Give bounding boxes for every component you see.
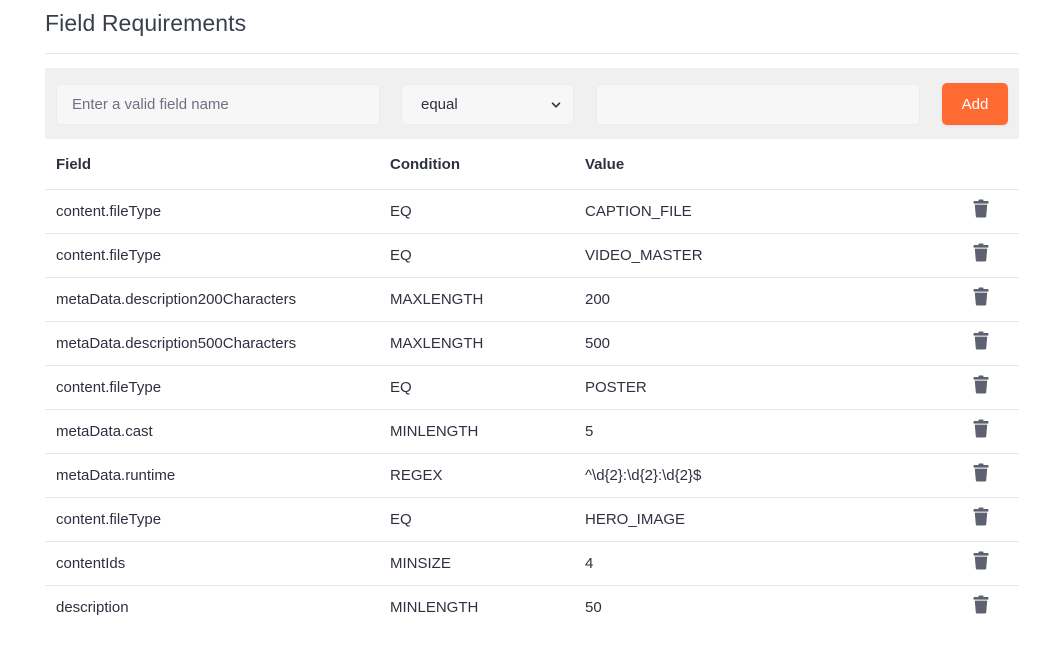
trash-icon[interactable] [973, 243, 989, 262]
trash-icon[interactable] [973, 331, 989, 350]
cell-value: VIDEO_MASTER [585, 233, 965, 278]
cell-field: contentIds [45, 541, 390, 586]
table-row: description MINLENGTH 50 [45, 585, 1019, 629]
cell-actions [965, 497, 1019, 542]
cell-actions [965, 233, 1019, 278]
column-header-field: Field [45, 140, 390, 190]
cell-actions [965, 453, 1019, 498]
cell-field: metaData.description200Characters [45, 277, 390, 322]
cell-condition: EQ [390, 365, 585, 410]
column-header-condition: Condition [390, 140, 585, 190]
chevron-down-icon [551, 101, 561, 108]
cell-condition: MINSIZE [390, 541, 585, 586]
cell-value: 4 [585, 541, 965, 586]
cell-condition: MINLENGTH [390, 409, 585, 454]
table-header-row: Field Condition Value [45, 140, 1019, 190]
cell-value: 5 [585, 409, 965, 454]
cell-value: ^\d{2}:\d{2}:\d{2}$ [585, 453, 965, 498]
table-row: metaData.description200Characters MAXLENG… [45, 277, 1019, 322]
cell-actions [965, 409, 1019, 454]
field-requirements-page: Field Requirements equal Add Field Condi… [0, 0, 1049, 646]
cell-field: content.fileType [45, 189, 390, 234]
cell-condition: MAXLENGTH [390, 277, 585, 322]
cell-field: metaData.cast [45, 409, 390, 454]
requirements-table-body: content.fileType EQ CAPTION_FILE content.fi… [45, 189, 1019, 629]
add-requirement-bar: equal Add [45, 68, 1019, 139]
cell-actions [965, 321, 1019, 366]
cell-field: content.fileType [45, 233, 390, 278]
table-row: content.fileType EQ POSTER [45, 365, 1019, 410]
table-row: contentIds MINSIZE 4 [45, 541, 1019, 586]
cell-field: description [56, 598, 129, 616]
trash-icon[interactable] [973, 419, 989, 438]
cell-actions [965, 277, 1019, 322]
cell-condition: MAXLENGTH [390, 321, 585, 366]
title-divider [45, 53, 1019, 54]
table-row: metaData.description500Characters MAXLENG… [45, 321, 1019, 366]
cell-value: CAPTION_FILE [585, 189, 965, 234]
condition-select[interactable]: equal [401, 84, 574, 125]
trash-icon[interactable] [973, 551, 989, 570]
trash-icon[interactable] [973, 595, 989, 614]
cell-value: 500 [585, 321, 965, 366]
condition-select-value: equal [421, 96, 458, 113]
cell-value: 200 [585, 277, 965, 322]
table-row: content.fileType EQ HERO_IMAGE [45, 497, 1019, 542]
trash-icon[interactable] [973, 375, 989, 394]
table-row: content.fileType EQ CAPTION_FILE [45, 189, 1019, 234]
cell-value: 50 [585, 598, 602, 616]
cell-actions [965, 189, 1019, 234]
column-header-value: Value [585, 140, 965, 190]
cell-condition: MINLENGTH [390, 598, 479, 616]
cell-condition: EQ [390, 497, 585, 542]
requirements-table: Field Condition Value content.fileType EQ… [45, 140, 1019, 629]
trash-icon[interactable] [973, 199, 989, 218]
cell-field: content.fileType [45, 497, 390, 542]
cell-actions [965, 541, 1019, 586]
table-row: metaData.cast MINLENGTH 5 [45, 409, 1019, 454]
cell-actions [965, 365, 1019, 410]
cell-actions [965, 585, 1019, 629]
table-row: metaData.runtime REGEX ^\d{2}:\d{2}:\d{2}$ [45, 453, 1019, 498]
trash-icon[interactable] [973, 507, 989, 526]
cell-field: content.fileType [45, 365, 390, 410]
page-title: Field Requirements [45, 10, 247, 36]
cell-condition: REGEX [390, 453, 585, 498]
value-input[interactable] [596, 84, 920, 125]
cell-condition: EQ [390, 189, 585, 234]
field-name-input[interactable] [56, 84, 380, 125]
trash-icon[interactable] [973, 287, 989, 306]
cell-value: POSTER [585, 365, 965, 410]
cell-condition: EQ [390, 233, 585, 278]
table-row: content.fileType EQ VIDEO_MASTER [45, 233, 1019, 278]
add-button[interactable]: Add [942, 83, 1008, 125]
cell-value: HERO_IMAGE [585, 497, 965, 542]
cell-field: metaData.runtime [45, 453, 390, 498]
trash-icon[interactable] [973, 463, 989, 482]
column-header-actions [965, 140, 1019, 190]
cell-field: metaData.description500Characters [45, 321, 390, 366]
